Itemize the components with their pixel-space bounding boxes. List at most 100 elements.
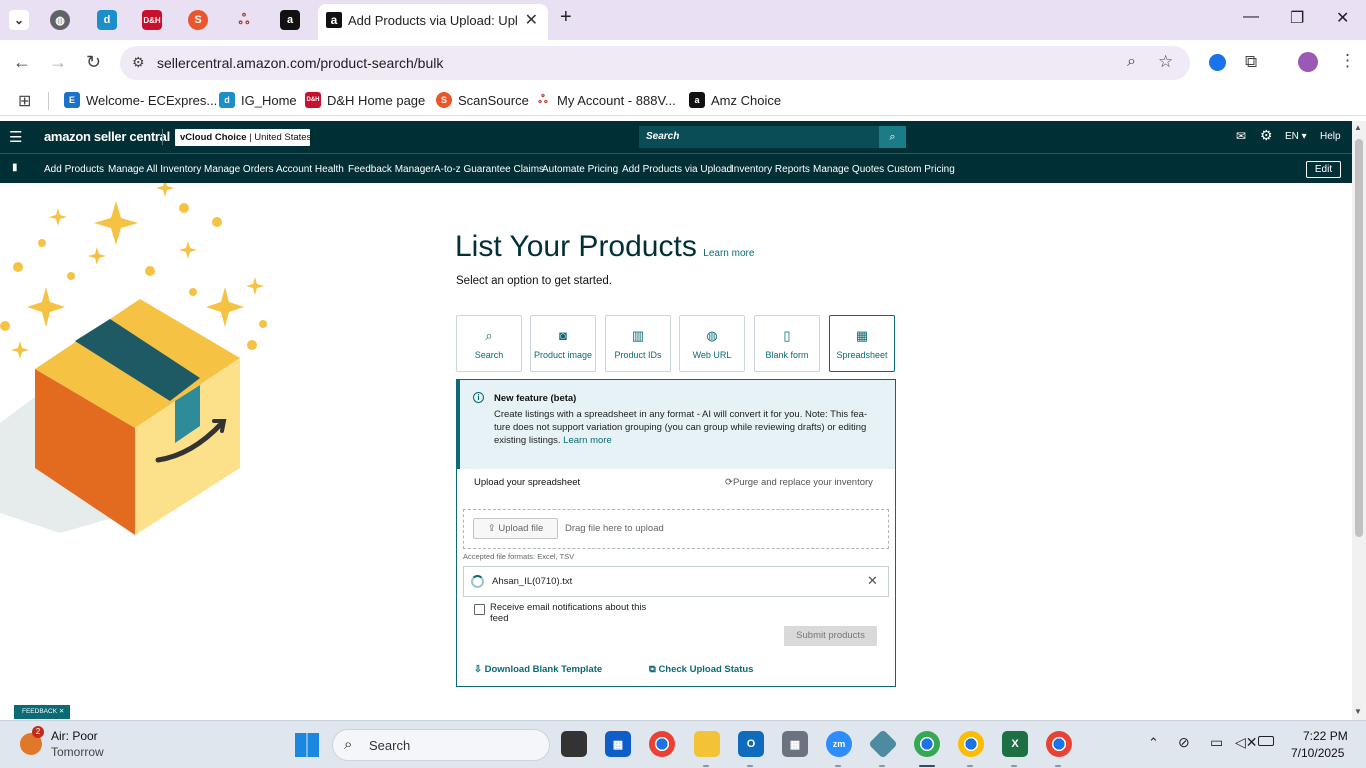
tab-list-dropdown-icon[interactable]: ⌄ [9,10,29,30]
reload-icon[interactable]: ↻ [86,52,101,73]
nav-edit-button[interactable]: Edit [1306,161,1341,178]
check-upload-status-link[interactable]: ⧉ Check Upload Status [649,664,753,675]
drop-zone[interactable]: ⇪ Upload file Drag file here to upload [463,509,889,549]
network-off-icon[interactable]: ⊘ [1178,734,1190,751]
nav-inventory-reports[interactable]: Inventory Reports [731,164,810,175]
remove-file-icon[interactable]: ✕ [867,573,878,589]
chrome-profile-1-icon[interactable] [914,731,940,757]
extensions-puzzle-icon[interactable]: ⧉ [1245,52,1257,72]
browser-menu-icon[interactable]: ⋮ [1339,51,1356,71]
nav-custom-pricing[interactable]: Custom Pricing [887,164,955,175]
tab-scansource-icon[interactable]: S [188,10,208,30]
header-search-button[interactable]: ⌕ [879,126,906,148]
site-info-icon[interactable]: ⚙ [132,54,145,71]
active-tab[interactable]: a Add Products via Upload: Uploa ✕ [318,4,548,40]
bookmark-ig-home[interactable]: d IG_Home [219,92,297,108]
start-windows-icon[interactable] [295,733,319,757]
store-switcher[interactable]: vCloud Choice | United States [175,129,311,146]
close-window-icon[interactable]: ✕ [1336,8,1349,28]
outlook-icon[interactable]: O [738,731,764,757]
option-product-image[interactable]: ◙ Product image [530,315,596,372]
taskbar-search-input[interactable]: ⌕ Search [332,729,550,761]
email-notify-checkbox[interactable] [474,604,485,615]
extension-blue-icon[interactable] [1209,54,1226,71]
settings-gear-icon[interactable]: ⚙ [1260,127,1273,144]
tab-ig-icon[interactable]: d [97,10,117,30]
nav-manage-orders[interactable]: Manage Orders [204,164,273,175]
download-template-link[interactable]: ⇩ Download Blank Template [474,664,602,675]
scroll-down-icon[interactable]: ▼ [1354,707,1362,716]
nav-automate-pricing[interactable]: Automate Pricing [542,164,618,175]
purge-inventory-link[interactable]: ⟳Purge and replace your inventory [725,477,873,488]
bookmark-my-account[interactable]: ஃ My Account - 888V... [535,92,676,108]
bookmark-scansource[interactable]: S ScanSource [436,92,529,108]
nav-add-products[interactable]: Add Products [44,164,104,175]
zoom-icon[interactable]: ⌕ [1127,53,1136,71]
chrome-profile-2-icon[interactable] [958,731,984,757]
nav-feedback-manager[interactable]: Feedback Manager [348,164,434,175]
tab-account-icon[interactable]: ஃ [234,10,254,30]
seller-central-logo[interactable]: amazon seller central [44,129,170,144]
nav-manage-quotes[interactable]: Manage Quotes [813,164,884,175]
option-product-ids[interactable]: ▥ Product IDs [605,315,671,372]
windows-taskbar: 2 Air: Poor Tomorrow ⌕ Search ▦ O ▦ zm X… [0,720,1366,768]
hamburger-menu-icon[interactable]: ☰ [9,128,22,146]
option-web-url[interactable]: ◍ Web URL [679,315,745,372]
tab-dh-icon[interactable]: D&H [142,10,162,30]
nav-manage-all-inventory[interactable]: Manage All Inventory [108,164,201,175]
submit-products-button[interactable]: Submit products [784,626,877,646]
page-scrollbar[interactable]: ▲ ▼ [1352,121,1366,720]
beta-learn-more-link[interactable]: Learn more [563,435,612,446]
nav-account-health[interactable]: Account Health [276,164,344,175]
microsoft-store-icon[interactable]: ▦ [605,731,631,757]
forward-icon[interactable]: → [49,52,67,73]
excel-icon[interactable]: X [1002,731,1028,757]
chrome-profile-3-icon[interactable] [1046,731,1072,757]
bookmark-ribbon-icon[interactable]: ▮ [12,162,18,173]
app-diamond-icon[interactable] [868,729,898,759]
language-selector[interactable]: EN ▾ [1285,131,1307,142]
upload-file-button[interactable]: ⇪ Upload file [473,518,558,539]
clock-date[interactable]: 7/10/2025 [1291,746,1344,760]
nav-a-to-z-claims[interactable]: A-to-z Guarantee Claims [434,164,544,175]
task-view-icon[interactable] [561,731,587,757]
bookmark-star-icon[interactable]: ☆ [1158,52,1173,72]
mail-icon[interactable]: ✉ [1236,129,1246,143]
apps-grid-icon[interactable]: ⊞ [18,91,31,111]
weather-title[interactable]: Air: Poor [51,729,98,743]
omnibox[interactable]: ⚙ sellercentral.amazon.com/product-searc… [120,46,1190,80]
help-link[interactable]: Help [1320,131,1341,142]
option-search[interactable]: ⌕ Search [456,315,522,372]
title-learn-more-link[interactable]: Learn more [703,248,754,259]
bookmark-amz-choice[interactable]: a Amz Choice [689,92,781,108]
option-spreadsheet[interactable]: ▦ Spreadsheet [829,315,895,372]
feedback-close-icon[interactable]: ✕ [59,708,64,715]
new-tab-icon[interactable]: + [560,6,572,29]
zoom-app-icon[interactable]: zm [826,731,852,757]
calculator-icon[interactable]: ▦ [782,731,808,757]
display-icon[interactable]: ▭ [1210,734,1223,751]
clock-time[interactable]: 7:22 PM [1303,729,1348,743]
chrome-icon[interactable] [649,731,675,757]
battery-icon[interactable] [1258,736,1274,746]
back-icon[interactable]: ← [13,52,31,73]
volume-muted-icon[interactable]: ◁✕ [1235,734,1258,751]
bookmark-ecexpress[interactable]: E Welcome- ECExpres... [64,92,217,108]
tray-chevron-icon[interactable]: ⌃ [1148,735,1159,751]
restore-icon[interactable]: ❐ [1290,8,1304,28]
profile-avatar[interactable] [1298,52,1318,72]
close-tab-icon[interactable]: ✕ [525,10,538,30]
tab-amazon-icon[interactable]: a [280,10,300,30]
option-blank-form[interactable]: ▯ Blank form [754,315,820,372]
minimize-icon[interactable]: — [1243,8,1259,26]
nav-add-products-via-upload[interactable]: Add Products via Upload [622,164,732,175]
bookmark-dh-home[interactable]: D&H D&H Home page [305,92,425,108]
feedback-tab[interactable]: FEEDBACK ✕ [14,705,70,719]
tab-globe-icon[interactable]: ◍ [50,10,70,30]
scroll-up-icon[interactable]: ▲ [1354,123,1362,132]
scrollbar-thumb[interactable] [1355,139,1363,537]
url-text[interactable]: sellercentral.amazon.com/product-search/… [157,55,443,71]
file-explorer-icon[interactable] [694,731,720,757]
accepted-formats: Accepted file formats: Excel, TSV [463,552,575,561]
header-search-input[interactable]: Search [639,126,879,148]
